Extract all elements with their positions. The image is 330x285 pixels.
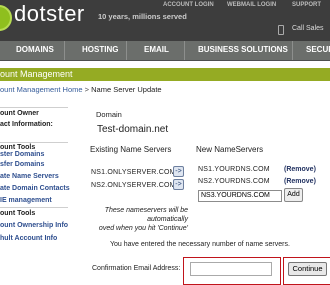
sidebar-heading-tools-2: ount Tools [0, 210, 36, 217]
tagline: 10 years, millions served [98, 12, 187, 21]
nav-hosting[interactable]: HOSTING [82, 45, 118, 54]
nav-business-solutions[interactable]: BUSINESS SOLUTIONS [198, 45, 288, 54]
domain-label: Domain [96, 110, 122, 119]
existing-ns-1: NS1.ONLYSERVER.COM [91, 169, 176, 176]
note-line-1: These nameservers will be [104, 207, 188, 214]
nameserver-input[interactable]: NS3.YOURDNS.COM [198, 190, 282, 202]
existing-ns-2: NS2.ONLYSERVER.COM [91, 182, 176, 189]
account-login-link[interactable]: ACCOUNT LOGIN [163, 2, 214, 8]
copy-ns-1-button[interactable]: -> [173, 166, 184, 177]
sidebar-item-register-domains[interactable]: ster Domains [0, 151, 44, 159]
sidebar-contact-info: act Information: [0, 121, 53, 128]
sidebar-item-update-name-servers[interactable]: ate Name Servers [0, 173, 59, 181]
nav-divider [64, 41, 65, 60]
note-line-2: automatically [147, 216, 188, 223]
copy-ns-2-button[interactable]: -> [173, 179, 184, 190]
new-ns-2: NS2.YOURDNS.COM [198, 178, 270, 185]
nav-divider [126, 41, 127, 60]
nav-security[interactable]: SECUR [306, 45, 330, 54]
breadcrumb-current: Name Server Update [91, 85, 162, 94]
new-ns-header: New NameServers [196, 145, 264, 154]
webmail-login-link[interactable]: WEBMAIL LOGIN [227, 2, 276, 8]
sidebar-item-transfer-domains[interactable]: sfer Domains [0, 161, 44, 169]
call-sales-link[interactable]: Call Sales [292, 25, 324, 32]
remove-ns-1-link[interactable]: (Remove) [284, 166, 316, 173]
add-button[interactable]: Add [284, 188, 303, 202]
support-link[interactable]: SUPPORT [292, 2, 321, 8]
note-line-3: oved when you hit 'Continue' [98, 225, 188, 232]
continue-button[interactable]: Continue [288, 262, 327, 276]
existing-ns-header: Existing Name Servers [90, 145, 172, 154]
nav-divider [184, 41, 185, 60]
breadcrumb-home-link[interactable]: ount Management Home [0, 85, 83, 94]
nav-divider [292, 41, 293, 60]
sidebar-divider [0, 207, 68, 208]
ns-count-message: You have entered the necessary number of… [110, 241, 290, 248]
remove-ns-2-link[interactable]: (Remove) [284, 178, 316, 185]
sidebar-item-default-account-info[interactable]: hult Account Info [0, 235, 57, 243]
sidebar-divider [0, 107, 68, 108]
logo-text[interactable]: dotster [14, 1, 85, 27]
new-ns-1: NS1.YOURDNS.COM [198, 166, 270, 173]
sidebar-divider [0, 142, 68, 143]
phone-icon [278, 25, 284, 35]
nav-email[interactable]: EMAIL [144, 45, 169, 54]
sidebar-heading-owner: ount Owner [0, 110, 39, 117]
sidebar-item-ie-management[interactable]: IE management [0, 197, 52, 205]
domain-value: Test-domain.net [97, 124, 169, 135]
page-title: ount Management [0, 69, 73, 79]
breadcrumb-separator: > [82, 85, 92, 94]
sidebar-item-update-domain-contacts[interactable]: ate Domain Contacts [0, 185, 70, 193]
nav-domains[interactable]: DOMAINS [16, 45, 54, 54]
breadcrumb: ount Management Home > Name Server Updat… [0, 85, 162, 95]
confirm-email-label: Confirmation Email Address: [92, 265, 181, 272]
confirm-email-input[interactable] [190, 262, 272, 276]
sidebar-item-ownership-info[interactable]: ount Ownership Info [0, 222, 68, 230]
